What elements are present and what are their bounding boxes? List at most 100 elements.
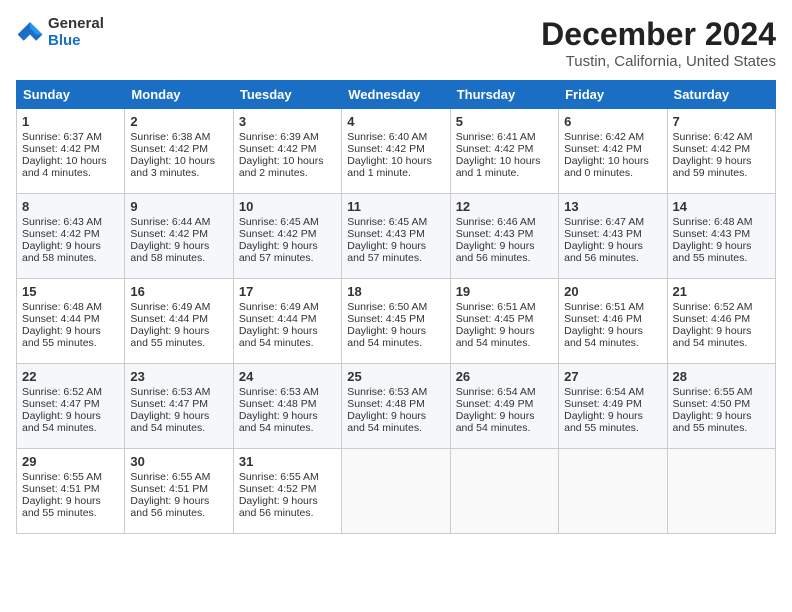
day-number: 10 (239, 199, 336, 214)
day-number: 15 (22, 284, 119, 299)
column-header-thursday: Thursday (450, 81, 558, 109)
sunset-text: Sunset: 4:43 PM (673, 228, 770, 240)
day-number: 8 (22, 199, 119, 214)
daylight-text: Daylight: 9 hours and 54 minutes. (564, 325, 661, 349)
logo: General Blue (16, 16, 104, 49)
daylight-text: Daylight: 9 hours and 55 minutes. (22, 325, 119, 349)
sunset-text: Sunset: 4:42 PM (239, 228, 336, 240)
daylight-text: Daylight: 9 hours and 54 minutes. (22, 410, 119, 434)
calendar-cell: 4Sunrise: 6:40 AMSunset: 4:42 PMDaylight… (342, 109, 450, 194)
calendar-cell: 16Sunrise: 6:49 AMSunset: 4:44 PMDayligh… (125, 279, 233, 364)
day-number: 27 (564, 369, 661, 384)
daylight-text: Daylight: 9 hours and 54 minutes. (130, 410, 227, 434)
day-number: 2 (130, 114, 227, 129)
sunset-text: Sunset: 4:45 PM (347, 313, 444, 325)
calendar-cell (667, 449, 775, 534)
sunset-text: Sunset: 4:44 PM (239, 313, 336, 325)
column-header-tuesday: Tuesday (233, 81, 341, 109)
sunrise-text: Sunrise: 6:38 AM (130, 131, 227, 143)
daylight-text: Daylight: 9 hours and 55 minutes. (673, 410, 770, 434)
column-header-wednesday: Wednesday (342, 81, 450, 109)
sunrise-text: Sunrise: 6:55 AM (673, 386, 770, 398)
sunrise-text: Sunrise: 6:51 AM (456, 301, 553, 313)
day-number: 18 (347, 284, 444, 299)
calendar-cell: 11Sunrise: 6:45 AMSunset: 4:43 PMDayligh… (342, 194, 450, 279)
sunset-text: Sunset: 4:42 PM (564, 143, 661, 155)
sunrise-text: Sunrise: 6:50 AM (347, 301, 444, 313)
daylight-text: Daylight: 9 hours and 55 minutes. (22, 495, 119, 519)
day-number: 31 (239, 454, 336, 469)
sunrise-text: Sunrise: 6:55 AM (239, 471, 336, 483)
logo-blue-text: Blue (48, 33, 104, 50)
sunset-text: Sunset: 4:52 PM (239, 483, 336, 495)
calendar-cell: 7Sunrise: 6:42 AMSunset: 4:42 PMDaylight… (667, 109, 775, 194)
sunrise-text: Sunrise: 6:37 AM (22, 131, 119, 143)
day-number: 21 (673, 284, 770, 299)
calendar-cell: 1Sunrise: 6:37 AMSunset: 4:42 PMDaylight… (17, 109, 125, 194)
day-number: 19 (456, 284, 553, 299)
calendar-cell: 23Sunrise: 6:53 AMSunset: 4:47 PMDayligh… (125, 364, 233, 449)
column-header-saturday: Saturday (667, 81, 775, 109)
daylight-text: Daylight: 10 hours and 1 minute. (347, 155, 444, 179)
calendar-cell: 10Sunrise: 6:45 AMSunset: 4:42 PMDayligh… (233, 194, 341, 279)
day-number: 22 (22, 369, 119, 384)
sunrise-text: Sunrise: 6:53 AM (239, 386, 336, 398)
sunrise-text: Sunrise: 6:42 AM (564, 131, 661, 143)
sunset-text: Sunset: 4:42 PM (456, 143, 553, 155)
sunrise-text: Sunrise: 6:45 AM (347, 216, 444, 228)
daylight-text: Daylight: 9 hours and 54 minutes. (239, 410, 336, 434)
day-number: 9 (130, 199, 227, 214)
calendar-cell: 28Sunrise: 6:55 AMSunset: 4:50 PMDayligh… (667, 364, 775, 449)
daylight-text: Daylight: 9 hours and 58 minutes. (130, 240, 227, 264)
calendar-cell: 14Sunrise: 6:48 AMSunset: 4:43 PMDayligh… (667, 194, 775, 279)
daylight-text: Daylight: 9 hours and 57 minutes. (239, 240, 336, 264)
sunrise-text: Sunrise: 6:41 AM (456, 131, 553, 143)
day-number: 16 (130, 284, 227, 299)
sunset-text: Sunset: 4:49 PM (564, 398, 661, 410)
day-number: 25 (347, 369, 444, 384)
sunset-text: Sunset: 4:43 PM (347, 228, 444, 240)
sunrise-text: Sunrise: 6:48 AM (673, 216, 770, 228)
daylight-text: Daylight: 9 hours and 56 minutes. (130, 495, 227, 519)
sunset-text: Sunset: 4:42 PM (347, 143, 444, 155)
daylight-text: Daylight: 9 hours and 58 minutes. (22, 240, 119, 264)
calendar-week-row: 22Sunrise: 6:52 AMSunset: 4:47 PMDayligh… (17, 364, 776, 449)
sunrise-text: Sunrise: 6:43 AM (22, 216, 119, 228)
daylight-text: Daylight: 9 hours and 56 minutes. (564, 240, 661, 264)
sunrise-text: Sunrise: 6:48 AM (22, 301, 119, 313)
day-number: 23 (130, 369, 227, 384)
calendar-cell: 21Sunrise: 6:52 AMSunset: 4:46 PMDayligh… (667, 279, 775, 364)
column-header-monday: Monday (125, 81, 233, 109)
calendar-cell: 6Sunrise: 6:42 AMSunset: 4:42 PMDaylight… (559, 109, 667, 194)
calendar-cell: 26Sunrise: 6:54 AMSunset: 4:49 PMDayligh… (450, 364, 558, 449)
calendar-cell: 20Sunrise: 6:51 AMSunset: 4:46 PMDayligh… (559, 279, 667, 364)
calendar-cell: 9Sunrise: 6:44 AMSunset: 4:42 PMDaylight… (125, 194, 233, 279)
calendar-cell: 25Sunrise: 6:53 AMSunset: 4:48 PMDayligh… (342, 364, 450, 449)
calendar-cell (342, 449, 450, 534)
sunrise-text: Sunrise: 6:55 AM (130, 471, 227, 483)
sunrise-text: Sunrise: 6:53 AM (130, 386, 227, 398)
calendar-cell: 24Sunrise: 6:53 AMSunset: 4:48 PMDayligh… (233, 364, 341, 449)
daylight-text: Daylight: 10 hours and 1 minute. (456, 155, 553, 179)
sunset-text: Sunset: 4:51 PM (130, 483, 227, 495)
calendar-cell: 31Sunrise: 6:55 AMSunset: 4:52 PMDayligh… (233, 449, 341, 534)
daylight-text: Daylight: 9 hours and 54 minutes. (456, 325, 553, 349)
calendar-week-row: 8Sunrise: 6:43 AMSunset: 4:42 PMDaylight… (17, 194, 776, 279)
sunset-text: Sunset: 4:47 PM (22, 398, 119, 410)
calendar-cell: 3Sunrise: 6:39 AMSunset: 4:42 PMDaylight… (233, 109, 341, 194)
daylight-text: Daylight: 10 hours and 2 minutes. (239, 155, 336, 179)
day-number: 7 (673, 114, 770, 129)
daylight-text: Daylight: 9 hours and 55 minutes. (130, 325, 227, 349)
title-block: December 2024 Tustin, California, United… (541, 16, 776, 70)
sunset-text: Sunset: 4:43 PM (564, 228, 661, 240)
calendar-week-row: 15Sunrise: 6:48 AMSunset: 4:44 PMDayligh… (17, 279, 776, 364)
logo-text: General Blue (48, 16, 104, 49)
day-number: 28 (673, 369, 770, 384)
sunrise-text: Sunrise: 6:39 AM (239, 131, 336, 143)
calendar-week-row: 1Sunrise: 6:37 AMSunset: 4:42 PMDaylight… (17, 109, 776, 194)
logo-icon (16, 19, 44, 47)
daylight-text: Daylight: 9 hours and 54 minutes. (347, 325, 444, 349)
sunset-text: Sunset: 4:44 PM (130, 313, 227, 325)
sunset-text: Sunset: 4:42 PM (239, 143, 336, 155)
column-header-friday: Friday (559, 81, 667, 109)
